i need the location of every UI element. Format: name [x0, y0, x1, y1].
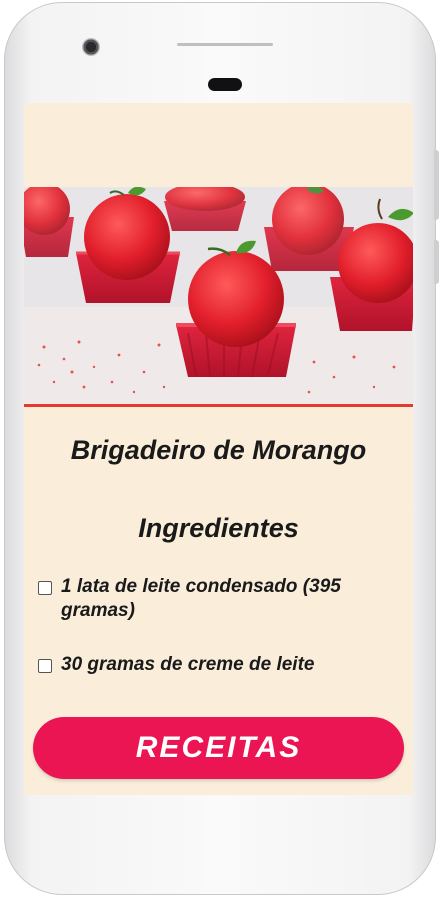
speaker-grille	[177, 43, 273, 46]
receitas-button[interactable]: RECEITAS	[33, 717, 404, 779]
ingredient-checkbox[interactable]	[38, 659, 52, 673]
power-button	[434, 240, 439, 284]
recipe-title: Brigadeiro de Morango	[70, 435, 367, 465]
ingredient-item[interactable]: 1 lata de leite condensado (395 gramas)	[38, 575, 398, 623]
app-screen: Brigadeiro de Morango Ingredientes 1 lat…	[24, 103, 413, 795]
front-camera	[82, 38, 100, 56]
ingredients-heading: Ingredientes	[138, 513, 299, 543]
ingredient-label: 1 lata de leite condensado (395 gramas)	[61, 576, 341, 621]
ingredient-checkbox[interactable]	[38, 581, 52, 595]
ingredient-item[interactable]: 30 gramas de creme de leite	[38, 653, 398, 677]
ingredient-label: 30 gramas de creme de leite	[61, 654, 315, 675]
brigadeiro-image	[24, 187, 413, 403]
divider-line	[24, 404, 413, 407]
volume-button	[434, 150, 439, 220]
earpiece	[208, 78, 242, 91]
recipe-photo	[24, 187, 413, 403]
